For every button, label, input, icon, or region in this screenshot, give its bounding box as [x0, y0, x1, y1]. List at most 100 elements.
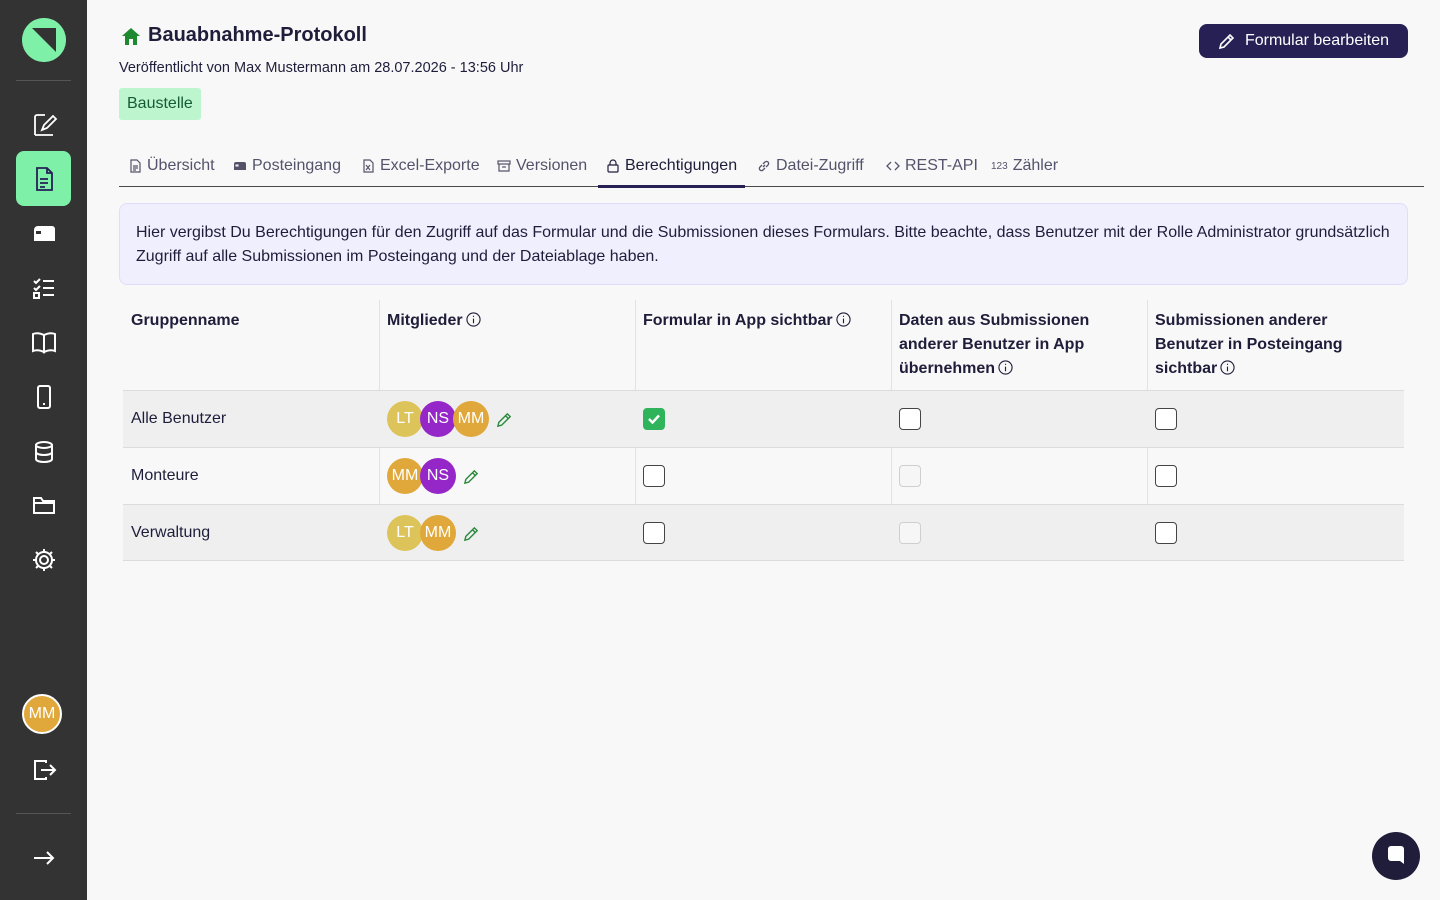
tab-label: Posteingang: [252, 157, 341, 174]
member-avatar: MM: [453, 401, 489, 437]
inbox-icon: [234, 162, 246, 170]
member-avatar: LT: [387, 401, 423, 437]
header-take-over-data: Daten aus Submissionen anderer Benutzer …: [891, 300, 1147, 390]
file-icon: [130, 159, 141, 173]
home-icon: [122, 28, 140, 45]
user-avatar[interactable]: MM: [22, 694, 62, 734]
checklist-icon: [32, 277, 54, 299]
sidebar-item-inbox[interactable]: [16, 206, 71, 261]
tab-label: Übersicht: [147, 157, 215, 174]
member-avatar: NS: [420, 458, 456, 494]
visible-in-app-cell: [635, 448, 891, 504]
chat-button[interactable]: [1372, 832, 1420, 880]
sidebar-item-form-editor[interactable]: [16, 97, 71, 152]
link-icon: [758, 160, 770, 172]
table-row: Verwaltung LT MM: [123, 504, 1404, 561]
take-over-data-checkbox: [899, 465, 921, 487]
table-row: Monteure MM NS: [123, 447, 1404, 504]
header-group-name: Gruppenname: [123, 300, 379, 390]
excel-file-icon: [363, 159, 374, 173]
info-icon[interactable]: [998, 360, 1013, 375]
tab-versions[interactable]: Versionen: [497, 146, 587, 186]
expand-sidebar-button[interactable]: [16, 830, 71, 885]
visible-in-app-cell: [635, 505, 891, 561]
sidebar-item-forms[interactable]: [16, 151, 71, 206]
info-icon[interactable]: [1220, 360, 1235, 375]
inbox-visible-checkbox[interactable]: [1155, 408, 1177, 430]
logout-button[interactable]: [16, 742, 71, 797]
number-icon: 123: [991, 160, 1008, 172]
visible-in-app-checkbox[interactable]: [643, 465, 665, 487]
group-name: Alle Benutzer: [131, 410, 227, 427]
database-icon: [34, 440, 53, 463]
permissions-table: Gruppenname Mitglieder Formular in App s…: [123, 300, 1404, 561]
tab-label: Berechtigungen: [625, 157, 738, 174]
archive-icon: [497, 160, 511, 172]
tab-rest-api[interactable]: REST-API: [886, 146, 978, 186]
take-over-data-cell: [891, 391, 1147, 447]
take-over-data-checkbox: [899, 522, 921, 544]
take-over-data-cell: [891, 505, 1147, 561]
visible-in-app-checkbox[interactable]: [643, 408, 665, 430]
inbox-visible-cell: [1147, 505, 1404, 561]
sidebar-divider: [16, 813, 71, 814]
gear-icon: [32, 548, 55, 571]
form-tag[interactable]: Baustelle: [119, 88, 201, 120]
header-inbox-visible: Submissionen anderer Benutzer in Postein…: [1147, 300, 1404, 390]
inbox-visible-checkbox[interactable]: [1155, 522, 1177, 544]
header-label: Submissionen anderer Benutzer in Postein…: [1155, 312, 1343, 377]
tab-file-access[interactable]: Datei-Zugriff: [757, 146, 864, 186]
sidebar-item-tasks[interactable]: [16, 260, 71, 315]
header-label: Mitglieder: [387, 312, 463, 329]
book-icon: [31, 331, 56, 354]
take-over-data-cell: [891, 448, 1147, 504]
group-name: Verwaltung: [131, 524, 211, 541]
visible-in-app-checkbox[interactable]: [643, 522, 665, 544]
info-icon[interactable]: [836, 312, 851, 327]
group-name: Monteure: [131, 467, 199, 484]
sidebar: MM: [0, 0, 87, 900]
tab-counter[interactable]: 123 Zähler: [991, 146, 1058, 186]
tab-label: Excel-Exporte: [380, 157, 480, 174]
sidebar-item-settings[interactable]: [16, 532, 71, 587]
tab-label: Datei-Zugriff: [776, 157, 864, 174]
tab-excel-exports[interactable]: Excel-Exporte: [361, 146, 480, 186]
lock-icon: [607, 159, 619, 173]
member-avatar: NS: [420, 401, 456, 437]
tab-bar: Übersicht Posteingang Excel-Exporte Vers…: [119, 146, 1424, 188]
sidebar-item-app[interactable]: [16, 369, 71, 424]
permissions-info-box: Hier vergibst Du Berechtigungen für den …: [119, 203, 1408, 285]
arrow-right-icon: [33, 850, 54, 865]
sidebar-item-data[interactable]: [16, 424, 71, 479]
edit-members-icon[interactable]: [463, 525, 480, 542]
tab-inbox[interactable]: Posteingang: [233, 146, 341, 186]
inbox-visible-checkbox[interactable]: [1155, 465, 1177, 487]
info-icon[interactable]: [465, 312, 481, 327]
code-icon: [886, 161, 900, 171]
members-cell: LT NS MM: [379, 391, 635, 447]
tab-label: Zähler: [1012, 157, 1059, 174]
tab-label: Versionen: [516, 157, 588, 174]
edit-form-button[interactable]: Formular bearbeiten: [1199, 24, 1408, 58]
table-header: Gruppenname Mitglieder Formular in App s…: [123, 300, 1404, 390]
visible-in-app-cell: [635, 391, 891, 447]
tab-permissions[interactable]: Berechtigungen: [597, 146, 746, 188]
tab-overview[interactable]: Übersicht: [128, 146, 215, 186]
document-icon: [35, 166, 53, 191]
members-cell: MM NS: [379, 448, 635, 504]
member-avatar: LT: [387, 515, 423, 551]
inbox-visible-cell: [1147, 391, 1404, 447]
header-label: Gruppenname: [131, 312, 240, 329]
app-logo[interactable]: [22, 18, 66, 62]
header-visible-in-app: Formular in App sichtbar: [635, 300, 891, 390]
folder-icon: [32, 496, 55, 514]
sidebar-item-docs[interactable]: [16, 314, 71, 369]
edit-members-icon[interactable]: [463, 468, 480, 485]
page-title: Bauabnahme-Protokoll: [148, 24, 367, 46]
header-label: Daten aus Submissionen anderer Benutzer …: [899, 312, 1090, 377]
edit-members-icon[interactable]: [496, 411, 513, 428]
take-over-data-checkbox[interactable]: [899, 408, 921, 430]
sidebar-item-files[interactable]: [16, 477, 71, 532]
published-info: Veröffentlicht von Max Mustermann am 28.…: [119, 60, 524, 76]
tab-label: REST-API: [905, 157, 978, 174]
